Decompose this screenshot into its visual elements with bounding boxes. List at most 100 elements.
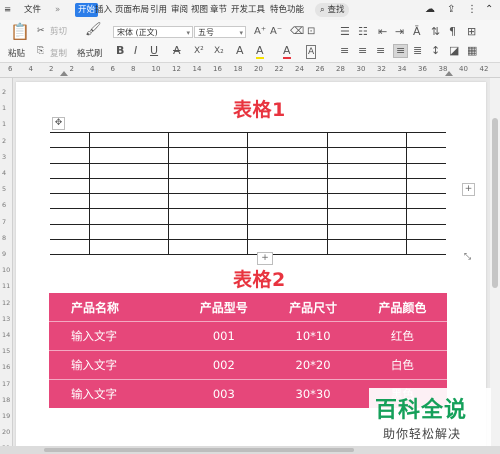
table-cell[interactable] (405, 223, 446, 241)
right-indent-marker[interactable] (445, 71, 453, 76)
table-cell[interactable] (168, 162, 249, 179)
table-cell[interactable] (326, 177, 407, 195)
distributed-icon[interactable]: ≣ (413, 45, 422, 57)
subscript-button[interactable]: X₂ (214, 45, 224, 57)
tab-developer[interactable]: 开发工具 (231, 3, 265, 17)
table-cell[interactable] (89, 193, 170, 210)
superscript-button[interactable]: X² (194, 45, 204, 57)
menu-icon[interactable]: ≡ (4, 3, 11, 17)
font-grow-icon[interactable]: A⁺ (254, 26, 266, 38)
add-row-button[interactable]: + (257, 252, 273, 265)
tab-chapter[interactable]: 章节 (210, 3, 227, 17)
tab-page-layout[interactable]: 页面布局 (115, 3, 149, 17)
clear-format-icon[interactable]: ⌫ (290, 26, 304, 38)
sort-icon[interactable]: ⇅ (431, 26, 440, 38)
table-cell[interactable] (405, 131, 446, 149)
header-cell[interactable]: 产品尺寸 (268, 293, 358, 322)
scrollbar-thumb[interactable] (492, 118, 498, 288)
decrease-indent-icon[interactable]: ⇤ (378, 26, 387, 38)
align-left-icon[interactable]: ≡ (340, 45, 349, 57)
table-cell[interactable] (247, 193, 328, 210)
tab-insert[interactable]: 插入 (95, 3, 112, 17)
header-cell[interactable]: 产品型号 (179, 293, 269, 322)
font-color-button[interactable]: A (283, 45, 291, 59)
table-cell[interactable] (326, 131, 407, 149)
table-cell[interactable] (50, 162, 91, 179)
more-icon[interactable]: ⋮ (467, 3, 477, 17)
bullet-list-icon[interactable]: ☰ (340, 26, 350, 38)
table-cell[interactable] (50, 239, 91, 256)
table-cell[interactable] (247, 131, 328, 149)
table-cell[interactable]: 20*20 (268, 350, 358, 380)
table-cell[interactable]: 红色 (357, 321, 447, 351)
table-cell[interactable] (89, 131, 170, 149)
cut-button[interactable]: 剪切 (50, 25, 67, 37)
vertical-ruler[interactable]: 21123456789101112131415161718192021 (0, 78, 13, 454)
table-cell[interactable]: 白色 (357, 350, 447, 380)
format-painter-icon[interactable]: 🖌 (85, 23, 102, 36)
table-cell[interactable] (168, 239, 249, 256)
table-cell[interactable] (326, 239, 407, 256)
paste-icon[interactable]: 📋 (10, 24, 30, 40)
cut-icon[interactable]: ✂ (37, 25, 45, 37)
table-cell[interactable] (168, 177, 249, 195)
add-column-button[interactable]: + (462, 183, 475, 196)
line-spacing-icon[interactable]: ↕ (431, 45, 440, 57)
table-cell[interactable] (247, 177, 328, 195)
table-cell[interactable] (89, 177, 170, 195)
table-cell[interactable]: 输入文字 (49, 321, 180, 351)
table-cell[interactable] (326, 147, 407, 164)
tab-special-features[interactable]: 特色功能 (270, 3, 304, 17)
table-cell[interactable] (50, 223, 91, 241)
table-cell[interactable]: 输入文字 (49, 379, 180, 408)
table-cell[interactable] (247, 147, 328, 164)
table-cell[interactable] (89, 208, 170, 225)
numbered-list-icon[interactable]: ☷ (358, 26, 368, 38)
header-cell[interactable]: 产品颜色 (357, 293, 447, 322)
table-cell[interactable] (405, 147, 446, 164)
tab-references[interactable]: 引用 (150, 3, 167, 17)
table-cell[interactable]: 001 (179, 321, 269, 351)
tab-view[interactable]: 视图 (191, 3, 208, 17)
strikethrough-button[interactable]: A (173, 45, 181, 57)
shading-icon[interactable]: ◪ (449, 45, 459, 57)
table-move-handle[interactable]: ✥ (52, 117, 65, 130)
vertical-scrollbar[interactable] (490, 78, 500, 454)
menu-file[interactable]: 文件 (24, 3, 41, 17)
table-cell[interactable] (89, 239, 170, 256)
table-cell[interactable] (405, 177, 446, 195)
table-cell[interactable] (168, 193, 249, 210)
copy-button[interactable]: 复制 (50, 47, 67, 59)
font-name-select[interactable]: 宋体 (正文) ▾ (113, 26, 193, 38)
search-box[interactable]: ⌕ 查找 (315, 3, 350, 17)
table-cell[interactable] (50, 131, 91, 149)
table-cell[interactable] (247, 208, 328, 225)
table-cell[interactable] (89, 162, 170, 179)
show-marks-icon[interactable]: ¶ (449, 26, 456, 38)
table-cell[interactable]: 002 (179, 350, 269, 380)
align-right-icon[interactable]: ≡ (376, 45, 385, 57)
copy-icon[interactable]: ⎘ (37, 45, 44, 57)
horizontal-scrollbar[interactable] (0, 446, 500, 454)
phonetic-icon[interactable]: ⊡ (307, 26, 315, 38)
align-center-icon[interactable]: ≡ (358, 45, 367, 57)
table-cell[interactable] (50, 177, 91, 195)
more-menus-icon[interactable]: » (55, 3, 60, 17)
table-style-icon[interactable]: ⊞ (467, 26, 476, 38)
resize-table-handle[interactable]: ⤡ (462, 252, 473, 263)
paste-button[interactable]: 粘贴 (8, 47, 25, 59)
table-cell[interactable] (89, 147, 170, 164)
table-cell[interactable] (405, 208, 446, 225)
text-effect-button[interactable]: A (236, 45, 244, 57)
share-icon[interactable]: ⇪ (447, 3, 455, 17)
table-cell[interactable] (326, 208, 407, 225)
table1[interactable] (50, 131, 446, 256)
italic-button[interactable]: I (134, 45, 137, 57)
header-cell[interactable]: 产品名称 (49, 293, 180, 322)
table-cell[interactable]: 30*30 (268, 379, 358, 408)
justify-icon[interactable]: ≡ (393, 44, 409, 58)
table-cell[interactable] (168, 147, 249, 164)
table-cell[interactable] (405, 239, 446, 256)
scrollbar-thumb[interactable] (44, 448, 354, 452)
table-cell[interactable] (168, 223, 249, 241)
